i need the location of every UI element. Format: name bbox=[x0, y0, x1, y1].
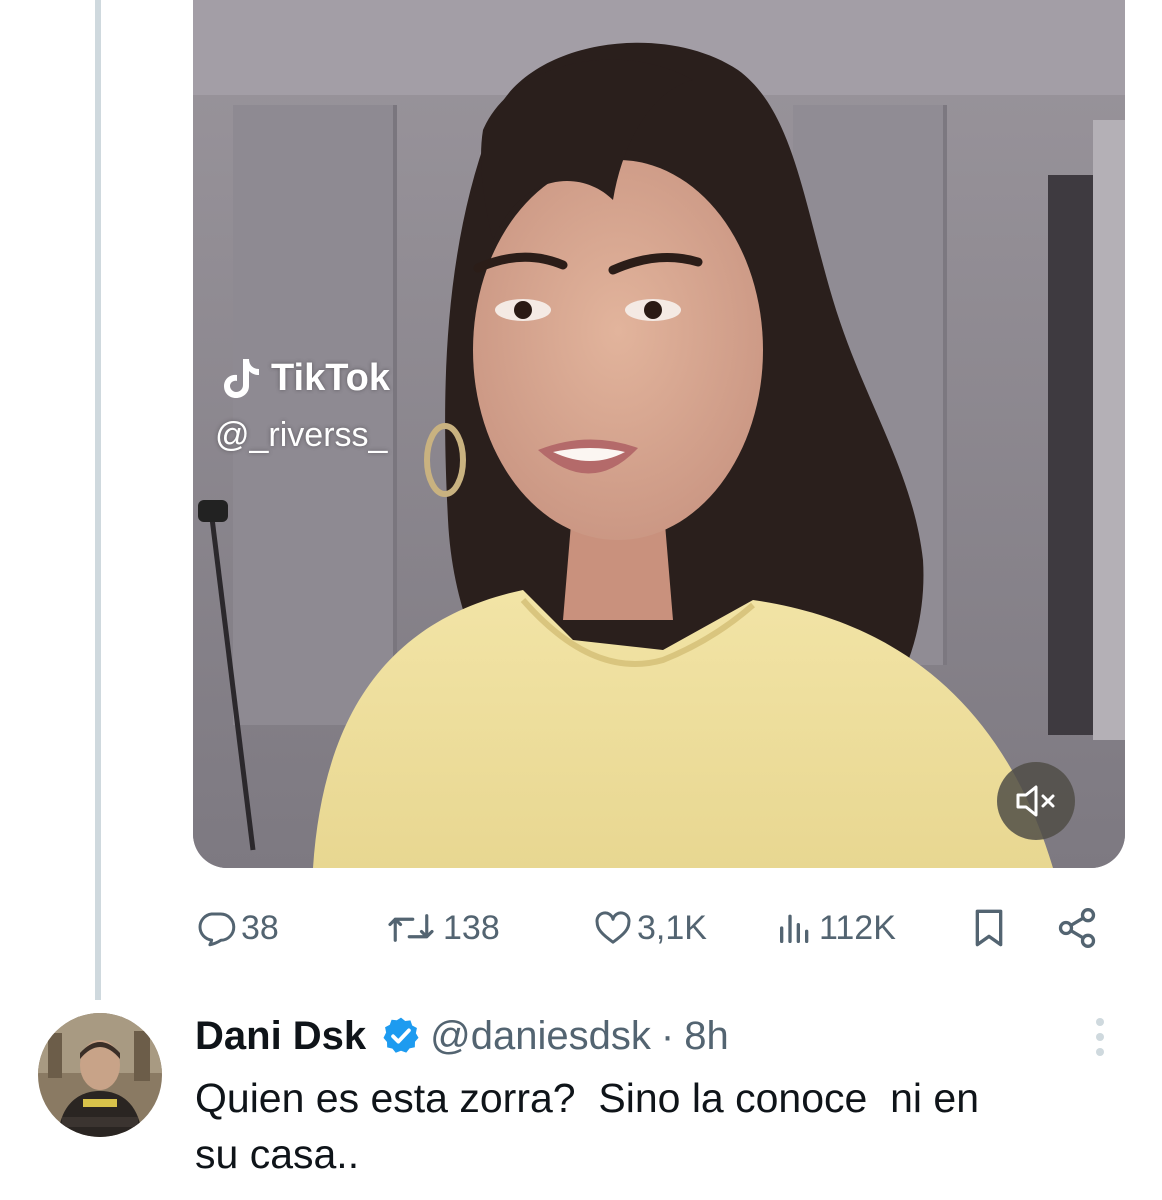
avatar[interactable] bbox=[38, 1013, 162, 1137]
view-count: 112K bbox=[819, 908, 896, 947]
reply-count: 38 bbox=[241, 908, 279, 947]
header-separator: · bbox=[660, 1013, 675, 1058]
avatar-image bbox=[38, 1013, 162, 1137]
reply-text: Quien es esta zorra? Sino la conoce ni e… bbox=[195, 1075, 980, 1177]
heart-icon bbox=[595, 911, 631, 944]
more-vertical-icon bbox=[1096, 1018, 1104, 1056]
repost-arrows-icon bbox=[388, 914, 434, 942]
author-name[interactable]: Dani Dsk bbox=[195, 1014, 366, 1059]
thread-line bbox=[95, 0, 101, 1000]
tweet-action-bar: 38 138 3,1K 112K bbox=[195, 898, 1107, 958]
share-button[interactable] bbox=[1055, 898, 1099, 958]
tiktok-note-icon bbox=[224, 359, 259, 398]
like-count: 3,1K bbox=[637, 908, 707, 947]
repost-button[interactable]: 138 bbox=[383, 898, 500, 958]
author-handle[interactable]: @daniesdsk bbox=[430, 1014, 651, 1059]
bookmark-icon bbox=[975, 909, 1003, 947]
more-options-button[interactable] bbox=[1082, 1014, 1118, 1060]
reply-button[interactable]: 38 bbox=[195, 898, 279, 958]
speaker-muted-icon bbox=[1016, 785, 1055, 817]
mute-toggle-button[interactable] bbox=[997, 762, 1075, 840]
share-icon bbox=[1058, 908, 1096, 948]
timestamp[interactable]: 8h bbox=[684, 1014, 729, 1059]
like-button[interactable]: 3,1K bbox=[593, 898, 707, 958]
speech-bubble-icon bbox=[198, 912, 236, 947]
verified-badge-icon bbox=[383, 1017, 419, 1053]
bookmark-button[interactable] bbox=[969, 898, 1009, 958]
repost-count: 138 bbox=[443, 908, 500, 947]
bar-chart-icon bbox=[780, 914, 809, 943]
views-button[interactable]: 112K bbox=[775, 898, 896, 958]
tiktok-watermark: TikTok bbox=[221, 356, 390, 400]
video-player[interactable]: TikTok @_riverss_ bbox=[193, 0, 1125, 868]
tiktok-handle: @_riverss_ bbox=[215, 416, 388, 454]
tiktok-brand-text: TikTok bbox=[271, 356, 390, 399]
reply-header: Dani Dsk @daniesdsk · 8h bbox=[195, 1008, 729, 1064]
